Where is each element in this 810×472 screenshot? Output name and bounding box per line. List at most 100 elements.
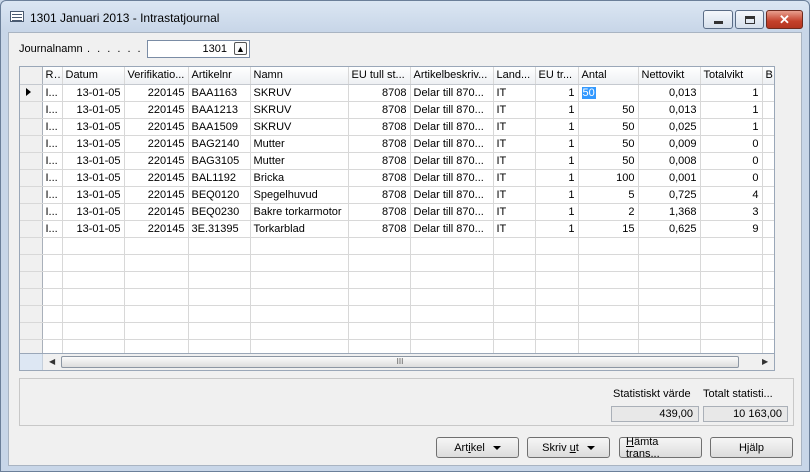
table-cell[interactable] [578, 305, 639, 323]
table-cell[interactable]: 50 [578, 152, 639, 170]
table-cell[interactable]: Delar till 870... [410, 118, 494, 136]
table-cell[interactable] [493, 305, 536, 323]
row-selector[interactable] [20, 271, 43, 289]
table-cell[interactable] [410, 322, 494, 340]
table-cell[interactable]: I... [42, 169, 63, 187]
column-header[interactable]: Verifikatio... [124, 67, 189, 85]
table-cell[interactable] [535, 288, 579, 306]
table-cell[interactable]: 220145 [124, 152, 189, 170]
table-cell[interactable] [762, 322, 774, 340]
table-cell[interactable] [535, 322, 579, 340]
table-cell[interactable]: 13-01-05 [62, 186, 125, 204]
table-cell[interactable] [762, 220, 774, 238]
table-cell[interactable] [124, 322, 189, 340]
print-menu-button[interactable]: Skriv ut [527, 437, 610, 458]
table-cell[interactable] [762, 152, 774, 170]
table-cell[interactable] [578, 339, 639, 353]
close-button[interactable]: ✕ [766, 10, 803, 29]
table-cell[interactable] [348, 305, 411, 323]
table-row[interactable]: I... 13-01-05 220145 BEQ0120 Spegelhuvud 8708… [20, 186, 774, 204]
table-cell[interactable]: Mutter [250, 152, 349, 170]
table-cell[interactable]: 100 [578, 169, 639, 187]
row-selector[interactable] [20, 203, 43, 221]
table-cell[interactable]: 1 [700, 84, 763, 102]
active-cell-value[interactable]: 50 [581, 86, 596, 99]
table-cell[interactable]: BAG2140 [188, 135, 251, 153]
table-cell[interactable]: 13-01-05 [62, 135, 125, 153]
table-cell[interactable]: IT [493, 220, 536, 238]
table-cell[interactable]: 8708 [348, 169, 411, 187]
help-button[interactable]: Hjälp [710, 437, 793, 458]
table-cell[interactable] [762, 101, 774, 119]
table-cell[interactable]: 0,001 [638, 169, 701, 187]
table-cell[interactable] [348, 254, 411, 272]
table-cell[interactable]: 0,725 [638, 186, 701, 204]
table-cell[interactable]: BAA1163 [188, 84, 251, 102]
table-cell[interactable] [493, 237, 536, 255]
table-cell[interactable]: 1 [700, 118, 763, 136]
table-cell[interactable] [638, 322, 701, 340]
table-cell[interactable] [493, 288, 536, 306]
table-cell[interactable]: BAG3105 [188, 152, 251, 170]
table-cell[interactable] [410, 339, 494, 353]
row-selector[interactable] [20, 288, 43, 306]
empty-row[interactable] [20, 237, 774, 255]
table-cell[interactable] [188, 288, 251, 306]
table-cell[interactable] [348, 288, 411, 306]
table-cell[interactable]: 50 [578, 135, 639, 153]
row-selector[interactable] [20, 322, 43, 340]
scroll-right-icon[interactable]: ▶ [762, 357, 768, 366]
table-cell[interactable]: 0,625 [638, 220, 701, 238]
table-cell[interactable]: 13-01-05 [62, 169, 125, 187]
row-selector[interactable] [20, 220, 43, 238]
table-cell[interactable]: 13-01-05 [62, 152, 125, 170]
table-cell[interactable]: Delar till 870... [410, 169, 494, 187]
table-cell[interactable]: 1 [535, 101, 579, 119]
table-cell[interactable]: 0 [700, 169, 763, 187]
row-selector[interactable] [20, 254, 43, 272]
table-cell[interactable] [62, 322, 125, 340]
table-cell[interactable] [188, 254, 251, 272]
table-cell[interactable]: IT [493, 101, 536, 119]
table-cell[interactable] [638, 237, 701, 255]
scrollbar-thumb[interactable]: III [61, 356, 739, 368]
table-row[interactable]: I... 13-01-05 220145 BEQ0230 Bakre torkarmot… [20, 203, 774, 221]
journal-lines-grid[interactable]: R... Datum Verifikatio... Artikelnr Namn EU t… [19, 66, 775, 354]
table-cell[interactable]: 13-01-05 [62, 220, 125, 238]
table-cell[interactable] [410, 288, 494, 306]
empty-row[interactable] [20, 339, 774, 353]
table-cell[interactable] [188, 339, 251, 353]
table-cell[interactable] [762, 118, 774, 136]
table-cell[interactable]: IT [493, 186, 536, 204]
column-header[interactable]: EU tull st... [348, 67, 411, 85]
table-cell[interactable] [578, 237, 639, 255]
table-cell[interactable]: Delar till 870... [410, 84, 494, 102]
empty-row[interactable] [20, 254, 774, 272]
table-cell[interactable] [638, 254, 701, 272]
table-cell[interactable]: 50 [578, 101, 639, 119]
table-cell[interactable] [188, 322, 251, 340]
table-cell[interactable] [410, 271, 494, 289]
table-cell[interactable]: 220145 [124, 203, 189, 221]
table-cell[interactable]: 4 [700, 186, 763, 204]
table-cell[interactable]: 1 [535, 152, 579, 170]
table-cell[interactable]: 0,013 [638, 101, 701, 119]
table-cell[interactable]: 9 [700, 220, 763, 238]
table-cell[interactable] [348, 322, 411, 340]
table-cell[interactable]: 1 [535, 203, 579, 221]
table-cell[interactable]: 220145 [124, 84, 189, 102]
table-cell[interactable] [762, 186, 774, 204]
table-cell[interactable] [493, 322, 536, 340]
table-cell[interactable]: Bricka [250, 169, 349, 187]
table-cell[interactable] [638, 339, 701, 353]
table-cell[interactable]: 8708 [348, 101, 411, 119]
table-row[interactable]: I... 13-01-05 220145 BAA1213 SKRUV 8708 Delar … [20, 101, 774, 119]
table-cell[interactable]: Delar till 870... [410, 101, 494, 119]
table-cell[interactable]: Mutter [250, 135, 349, 153]
title-bar[interactable]: 1301 Januari 2013 - Intrastatjournal ✕ [1, 1, 809, 31]
column-header[interactable]: Artikelbeskriv... [410, 67, 494, 85]
table-cell[interactable] [535, 271, 579, 289]
table-cell[interactable]: IT [493, 169, 536, 187]
table-cell[interactable] [188, 237, 251, 255]
column-header[interactable]: R... [42, 67, 63, 85]
